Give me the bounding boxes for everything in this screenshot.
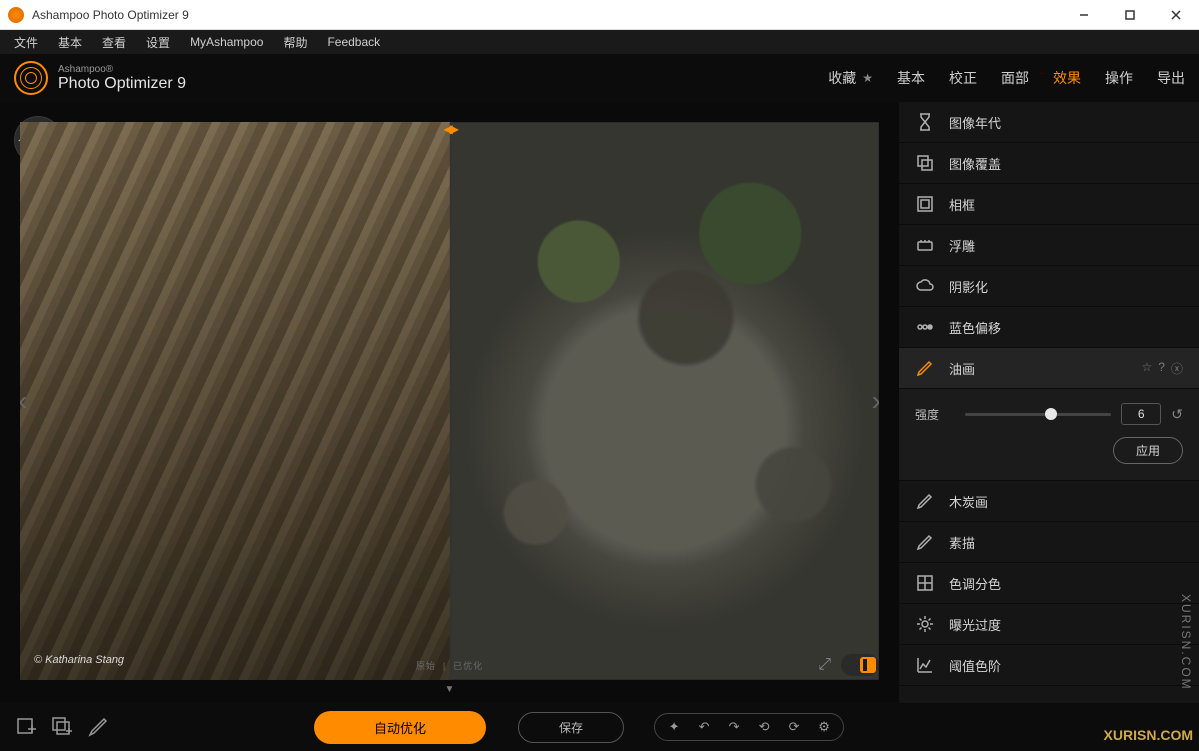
brush-tool-icon[interactable] xyxy=(86,715,110,739)
dots-icon xyxy=(915,317,935,337)
split-labels: 原始 | 已优化 xyxy=(416,659,483,672)
effects-sidebar: 图像年代 图像覆盖 相框 浮雕 阴影化 蓝色偏移 油画 ☆ ? xyxy=(899,102,1199,703)
magic-wand-icon[interactable]: ✦ xyxy=(665,719,683,735)
image-original xyxy=(20,122,450,680)
pencil-icon xyxy=(915,491,935,511)
tab-operations[interactable]: 操作 xyxy=(1105,68,1133,88)
effect-solarize[interactable]: 曝光过度 xyxy=(899,604,1199,645)
favorite-icon[interactable]: ☆ xyxy=(1142,360,1153,377)
image-viewer: ▲▼◀▶ − + ◀▶ ‹ › © Katharina Stang 原始 | 已… xyxy=(0,102,899,703)
titlebar: Ashampoo Photo Optimizer 9 xyxy=(0,0,1199,30)
menu-help[interactable]: 帮助 xyxy=(275,34,315,51)
effect-sketch[interactable]: 素描 xyxy=(899,522,1199,563)
rotate-left-icon[interactable]: ⟲ xyxy=(755,719,773,735)
image-stage[interactable]: ◀▶ ‹ › © Katharina Stang 原始 | 已优化 ⤢ xyxy=(20,122,879,680)
menu-file[interactable]: 文件 xyxy=(6,34,46,51)
image-optimized xyxy=(450,122,880,680)
cloud-icon xyxy=(915,276,935,296)
add-folder-icon[interactable] xyxy=(50,715,74,739)
effect-frame[interactable]: 相框 xyxy=(899,184,1199,225)
strength-label: 强度 xyxy=(915,406,955,423)
menu-feedback[interactable]: Feedback xyxy=(319,35,388,49)
tab-favorites[interactable]: 收藏★ xyxy=(828,68,873,88)
reset-icon[interactable]: ↺ xyxy=(1171,406,1183,423)
save-button[interactable]: 保存 xyxy=(518,712,624,743)
effect-threshold[interactable]: 阈值色阶 xyxy=(899,645,1199,686)
logo-brand: Ashampoo® xyxy=(58,64,186,75)
tab-effects[interactable]: 效果 xyxy=(1053,68,1081,88)
category-tabs: 收藏★ 基本 校正 面部 效果 操作 导出 xyxy=(828,68,1185,88)
logo-text: Ashampoo® Photo Optimizer 9 xyxy=(58,64,186,93)
pencil-icon xyxy=(915,532,935,552)
effect-image-age[interactable]: 图像年代 xyxy=(899,102,1199,143)
rotate-right-icon[interactable]: ⟳ xyxy=(785,719,803,735)
close-icon[interactable]: ⓧ xyxy=(1171,360,1183,377)
watermark-vertical: XURISN.COM xyxy=(1179,594,1193,691)
logo-icon xyxy=(14,61,48,95)
tab-correction[interactable]: 校正 xyxy=(949,68,977,88)
effect-blue-shift[interactable]: 蓝色偏移 xyxy=(899,307,1199,348)
window-title: Ashampoo Photo Optimizer 9 xyxy=(32,8,1061,22)
effect-charcoal[interactable]: 木炭画 xyxy=(899,481,1199,522)
app-icon xyxy=(8,7,24,23)
undo-icon[interactable]: ↶ xyxy=(695,719,713,735)
compare-mode-toggle[interactable] xyxy=(841,654,879,676)
compare-split-handle[interactable]: ◀▶ xyxy=(450,122,452,680)
effect-posterize[interactable]: 色调分色 xyxy=(899,563,1199,604)
filmstrip-toggle[interactable]: ▼ xyxy=(10,680,889,695)
frame-icon xyxy=(915,194,935,214)
close-button[interactable] xyxy=(1153,0,1199,30)
auto-optimize-button[interactable]: 自动优化 xyxy=(314,711,486,744)
bottom-toolbar: 自动优化 保存 ✦ ↶ ↷ ⟲ ⟳ ⚙ xyxy=(0,703,1199,751)
star-icon: ★ xyxy=(862,71,873,85)
gear-icon xyxy=(915,614,935,634)
effect-image-overlay[interactable]: 图像覆盖 xyxy=(899,143,1199,184)
watermark-horizontal: XURISN.COM xyxy=(1104,727,1193,743)
logo-product: Photo Optimizer 9 xyxy=(58,75,186,93)
chart-icon xyxy=(915,655,935,675)
hourglass-icon xyxy=(915,112,935,132)
redo-icon[interactable]: ↷ xyxy=(725,719,743,735)
add-image-icon[interactable] xyxy=(14,715,38,739)
effect-parameters: 强度 6 ↺ 应用 xyxy=(899,389,1199,481)
menubar: 文件 基本 查看 设置 MyAshampoo 帮助 Feedback xyxy=(0,30,1199,54)
strength-slider[interactable] xyxy=(965,413,1111,416)
levels-icon xyxy=(915,573,935,593)
collapse-compare-icon[interactable]: ⤢ xyxy=(818,656,831,674)
emboss-icon xyxy=(915,235,935,255)
minimize-button[interactable] xyxy=(1061,0,1107,30)
menu-basic[interactable]: 基本 xyxy=(50,34,90,51)
effect-oil-painting[interactable]: 油画 ☆ ? ⓧ xyxy=(899,348,1199,389)
menu-settings[interactable]: 设置 xyxy=(138,34,178,51)
image-credit: © Katharina Stang xyxy=(34,654,124,666)
settings-icon[interactable]: ⚙ xyxy=(815,719,833,735)
tab-face[interactable]: 面部 xyxy=(1001,68,1029,88)
apply-button[interactable]: 应用 xyxy=(1113,437,1183,464)
menu-myashampoo[interactable]: MyAshampoo xyxy=(182,35,271,49)
strength-value[interactable]: 6 xyxy=(1121,403,1161,425)
effect-emboss[interactable]: 浮雕 xyxy=(899,225,1199,266)
quick-tools: ✦ ↶ ↷ ⟲ ⟳ ⚙ xyxy=(654,713,844,741)
tab-export[interactable]: 导出 xyxy=(1157,68,1185,88)
maximize-button[interactable] xyxy=(1107,0,1153,30)
tab-basic[interactable]: 基本 xyxy=(897,68,925,88)
menu-view[interactable]: 查看 xyxy=(94,34,134,51)
help-icon[interactable]: ? xyxy=(1158,360,1165,377)
next-image-button[interactable]: › xyxy=(872,385,879,417)
effect-shadow[interactable]: 阴影化 xyxy=(899,266,1199,307)
chevron-down-icon: ▼ xyxy=(445,684,455,695)
app-header: Ashampoo® Photo Optimizer 9 收藏★ 基本 校正 面部… xyxy=(0,54,1199,102)
brush-icon xyxy=(915,358,935,378)
overlay-icon xyxy=(915,153,935,173)
prev-image-button[interactable]: ‹ xyxy=(20,385,27,417)
